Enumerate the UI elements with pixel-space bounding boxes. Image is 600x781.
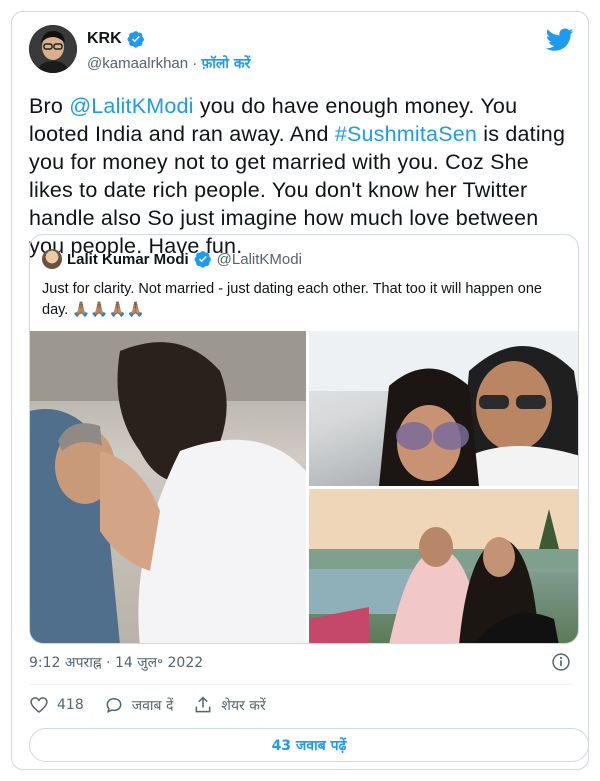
tweet-time: 9:12 अपराह्न	[29, 655, 102, 671]
quote-author-name: Lalit Kumar Modi	[67, 250, 189, 268]
quote-header: Lalit Kumar Modi @LalitKModi	[42, 249, 302, 269]
heart-icon	[30, 697, 48, 714]
tweet-date: 14 जुल॰ 2022	[114, 655, 204, 671]
tweet-card: KRK @kamaalrkhan · फ़ॉलो करें Bro @Lalit…	[11, 11, 589, 770]
handle-separator: ·	[188, 55, 202, 72]
meta-separator: ·	[101, 655, 115, 671]
quote-avatar	[42, 249, 62, 269]
photo-selfie[interactable]	[309, 331, 578, 486]
divider	[29, 684, 573, 685]
reply-icon	[106, 697, 122, 713]
quote-text: Just for clarity. Not married - just dat…	[42, 281, 542, 318]
author-name-row: KRK	[87, 30, 145, 48]
tweet-timestamp[interactable]: 9:12 अपराह्न · 14 जुल॰ 2022	[29, 653, 203, 672]
action-bar: 418 जवाब दें शेयर करें	[29, 695, 286, 715]
like-button[interactable]: 418	[29, 695, 84, 715]
hashtag-link[interactable]: #SushmitaSen	[335, 122, 477, 146]
twitter-bird-icon[interactable]	[546, 28, 574, 52]
read-replies-button[interactable]: 43 जवाब पढ़ें	[29, 728, 589, 762]
tweet-text-part: Bro	[29, 94, 70, 118]
follow-button[interactable]: फ़ॉलो करें	[201, 56, 250, 72]
mention-link[interactable]: @LalitKModi	[69, 94, 193, 118]
share-icon	[196, 696, 211, 713]
reply-button[interactable]: जवाब दें	[104, 695, 174, 715]
photo-couple-embrace[interactable]	[30, 331, 306, 643]
author-handle-row: @kamaalrkhan · फ़ॉलो करें	[87, 54, 250, 73]
author-name[interactable]: KRK	[87, 30, 122, 48]
author-handle[interactable]: @kamaalrkhan	[87, 55, 188, 72]
verified-badge-icon	[194, 251, 211, 268]
reply-label: जवाब दें	[131, 697, 174, 714]
quoted-tweet[interactable]: Lalit Kumar Modi @LalitKModi Just for cl…	[29, 234, 579, 644]
like-count: 418	[57, 697, 84, 713]
info-icon[interactable]	[551, 652, 571, 672]
verified-badge-icon	[127, 31, 144, 48]
share-button[interactable]: शेयर करें	[193, 695, 266, 715]
photo-grid	[30, 331, 578, 643]
share-label: शेयर करें	[221, 697, 266, 714]
quote-author-handle: @LalitKModi	[216, 250, 302, 268]
photo-lakeside[interactable]	[309, 489, 578, 643]
avatar[interactable]	[29, 25, 77, 73]
